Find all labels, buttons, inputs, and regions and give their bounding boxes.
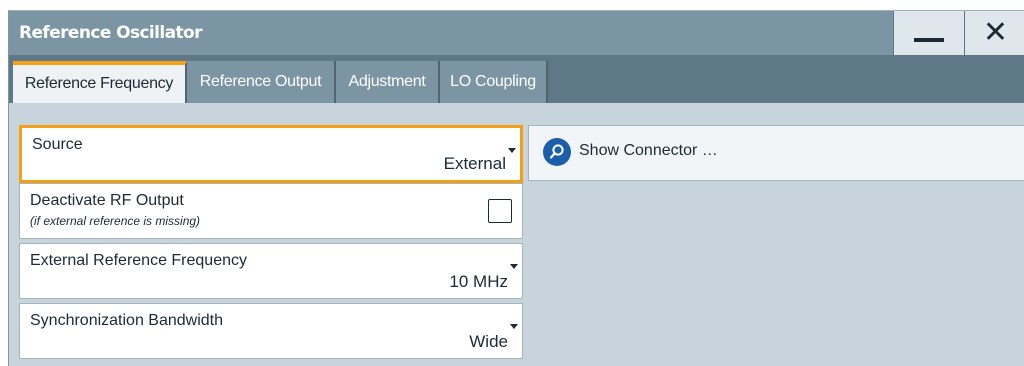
tab-label: Reference Frequency (24, 75, 174, 92)
source-selector[interactable]: Source External (19, 125, 523, 183)
settings-panel: Source External Deactivate RF Output (if… (9, 103, 1024, 366)
show-connector-button[interactable]: Show Connector … (528, 125, 1024, 181)
tab-label: Adjustment (348, 73, 426, 90)
external-reference-frequency-selector[interactable]: External Reference Frequency 10 MHz (19, 243, 523, 299)
synchronization-bandwidth-value: Wide (469, 332, 508, 351)
synchronization-bandwidth-label: Synchronization Bandwidth (30, 312, 224, 329)
reference-oscillator-dialog: Reference Oscillator ✕ Reference Frequen… (8, 10, 1024, 366)
dropdown-arrow-icon (510, 324, 518, 329)
source-value: External (443, 154, 506, 173)
tab-reference-output[interactable]: Reference Output (187, 61, 336, 103)
tab-label: Reference Output (199, 73, 322, 90)
minimize-button[interactable] (893, 11, 964, 55)
dropdown-arrow-icon (508, 148, 516, 153)
source-label: Source (32, 136, 83, 153)
tab-lo-coupling[interactable]: LO Coupling (440, 61, 548, 103)
tab-bar: Reference Frequency Reference Output Adj… (9, 55, 1024, 103)
deactivate-rf-output-row: Deactivate RF Output (if external refere… (19, 183, 523, 239)
dropdown-arrow-icon (510, 264, 518, 269)
search-icon (543, 138, 571, 166)
tab-adjustment[interactable]: Adjustment (336, 61, 440, 103)
deactivate-rf-output-label: Deactivate RF Output (30, 192, 184, 209)
external-reference-frequency-label: External Reference Frequency (30, 252, 247, 269)
external-reference-frequency-value: 10 MHz (449, 272, 508, 291)
show-connector-label: Show Connector … (579, 142, 718, 159)
deactivate-rf-output-hint: (if external reference is missing) (30, 214, 201, 228)
synchronization-bandwidth-selector[interactable]: Synchronization Bandwidth Wide (19, 303, 523, 359)
deactivate-rf-output-checkbox[interactable] (488, 199, 512, 223)
close-button[interactable]: ✕ (964, 11, 1024, 55)
close-icon: ✕ (982, 15, 1009, 50)
minimize-icon (914, 38, 944, 42)
tab-label: LO Coupling (450, 73, 536, 90)
tab-reference-frequency[interactable]: Reference Frequency (13, 61, 187, 103)
window-title: Reference Oscillator (19, 23, 202, 43)
title-bar: Reference Oscillator ✕ (9, 10, 1024, 56)
